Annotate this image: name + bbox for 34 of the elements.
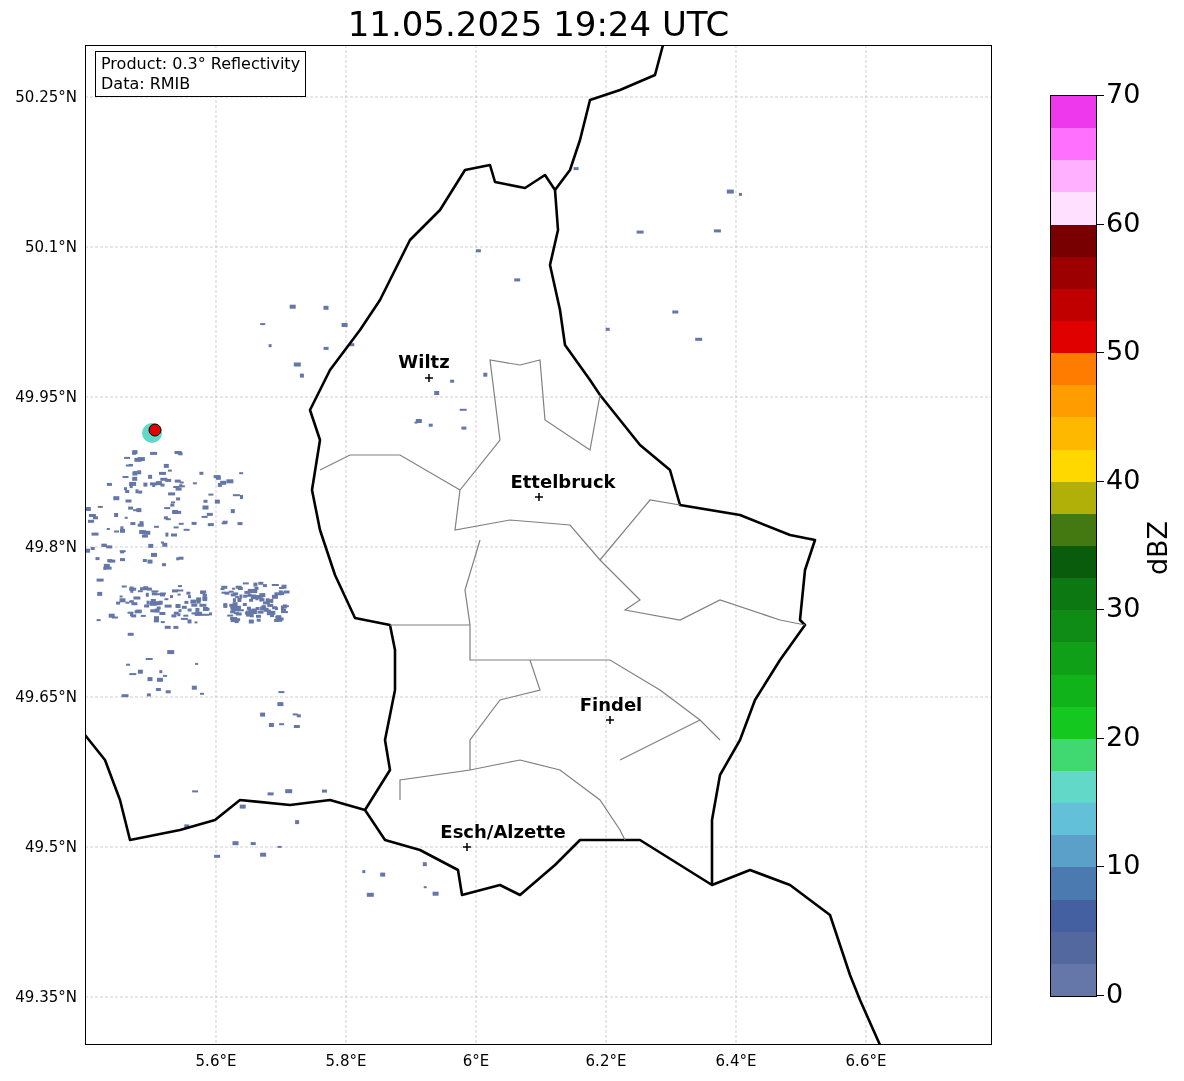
latitude-label: 50.1°N <box>24 238 77 256</box>
scale-label: 60 <box>1106 207 1141 238</box>
latitude-label: 50.25°N <box>15 88 77 106</box>
city-marker-icon <box>534 492 544 502</box>
city-label: Ettelbruck <box>510 472 616 492</box>
radar-site-icon <box>142 423 162 443</box>
longitude-label: 5.8°E <box>325 1052 367 1070</box>
longitude-label: 6.4°E <box>715 1052 757 1070</box>
latitude-label: 49.35°N <box>15 988 77 1006</box>
latitude-label: 49.5°N <box>24 838 77 856</box>
longitude-label: 6°E <box>462 1052 490 1070</box>
scale-label: 30 <box>1106 593 1141 624</box>
scale-label: 40 <box>1106 464 1141 495</box>
city-marker-icon <box>424 373 434 383</box>
info-text: Product: 0.3° Reflectivity <box>101 54 301 74</box>
city-label: Wiltz <box>398 352 450 372</box>
city-marker-icon <box>605 715 615 725</box>
latitude-label: 49.95°N <box>15 388 77 406</box>
scale-label: 20 <box>1106 721 1141 752</box>
scale-label: 70 <box>1106 79 1141 109</box>
scale-unit-label: dBZ <box>1143 519 1173 578</box>
scale-label: 50 <box>1106 336 1141 367</box>
info-text: Data: RMIB <box>101 74 192 94</box>
latitude-label: 49.65°N <box>15 688 77 706</box>
longitude-label: 6.2°E <box>585 1052 627 1070</box>
scale-label: 0 <box>1106 979 1124 1009</box>
city-marker-icon <box>462 842 472 852</box>
city-label: Findel <box>579 695 643 715</box>
chart-title: 11.05.2025 19:24 UTC <box>346 4 731 44</box>
longitude-label: 5.6°E <box>195 1052 237 1070</box>
scale-label: 10 <box>1106 850 1141 881</box>
longitude-label: 6.6°E <box>845 1052 887 1070</box>
city-label: Esch/Alzette <box>440 822 566 842</box>
latitude-label: 49.8°N <box>24 538 77 556</box>
